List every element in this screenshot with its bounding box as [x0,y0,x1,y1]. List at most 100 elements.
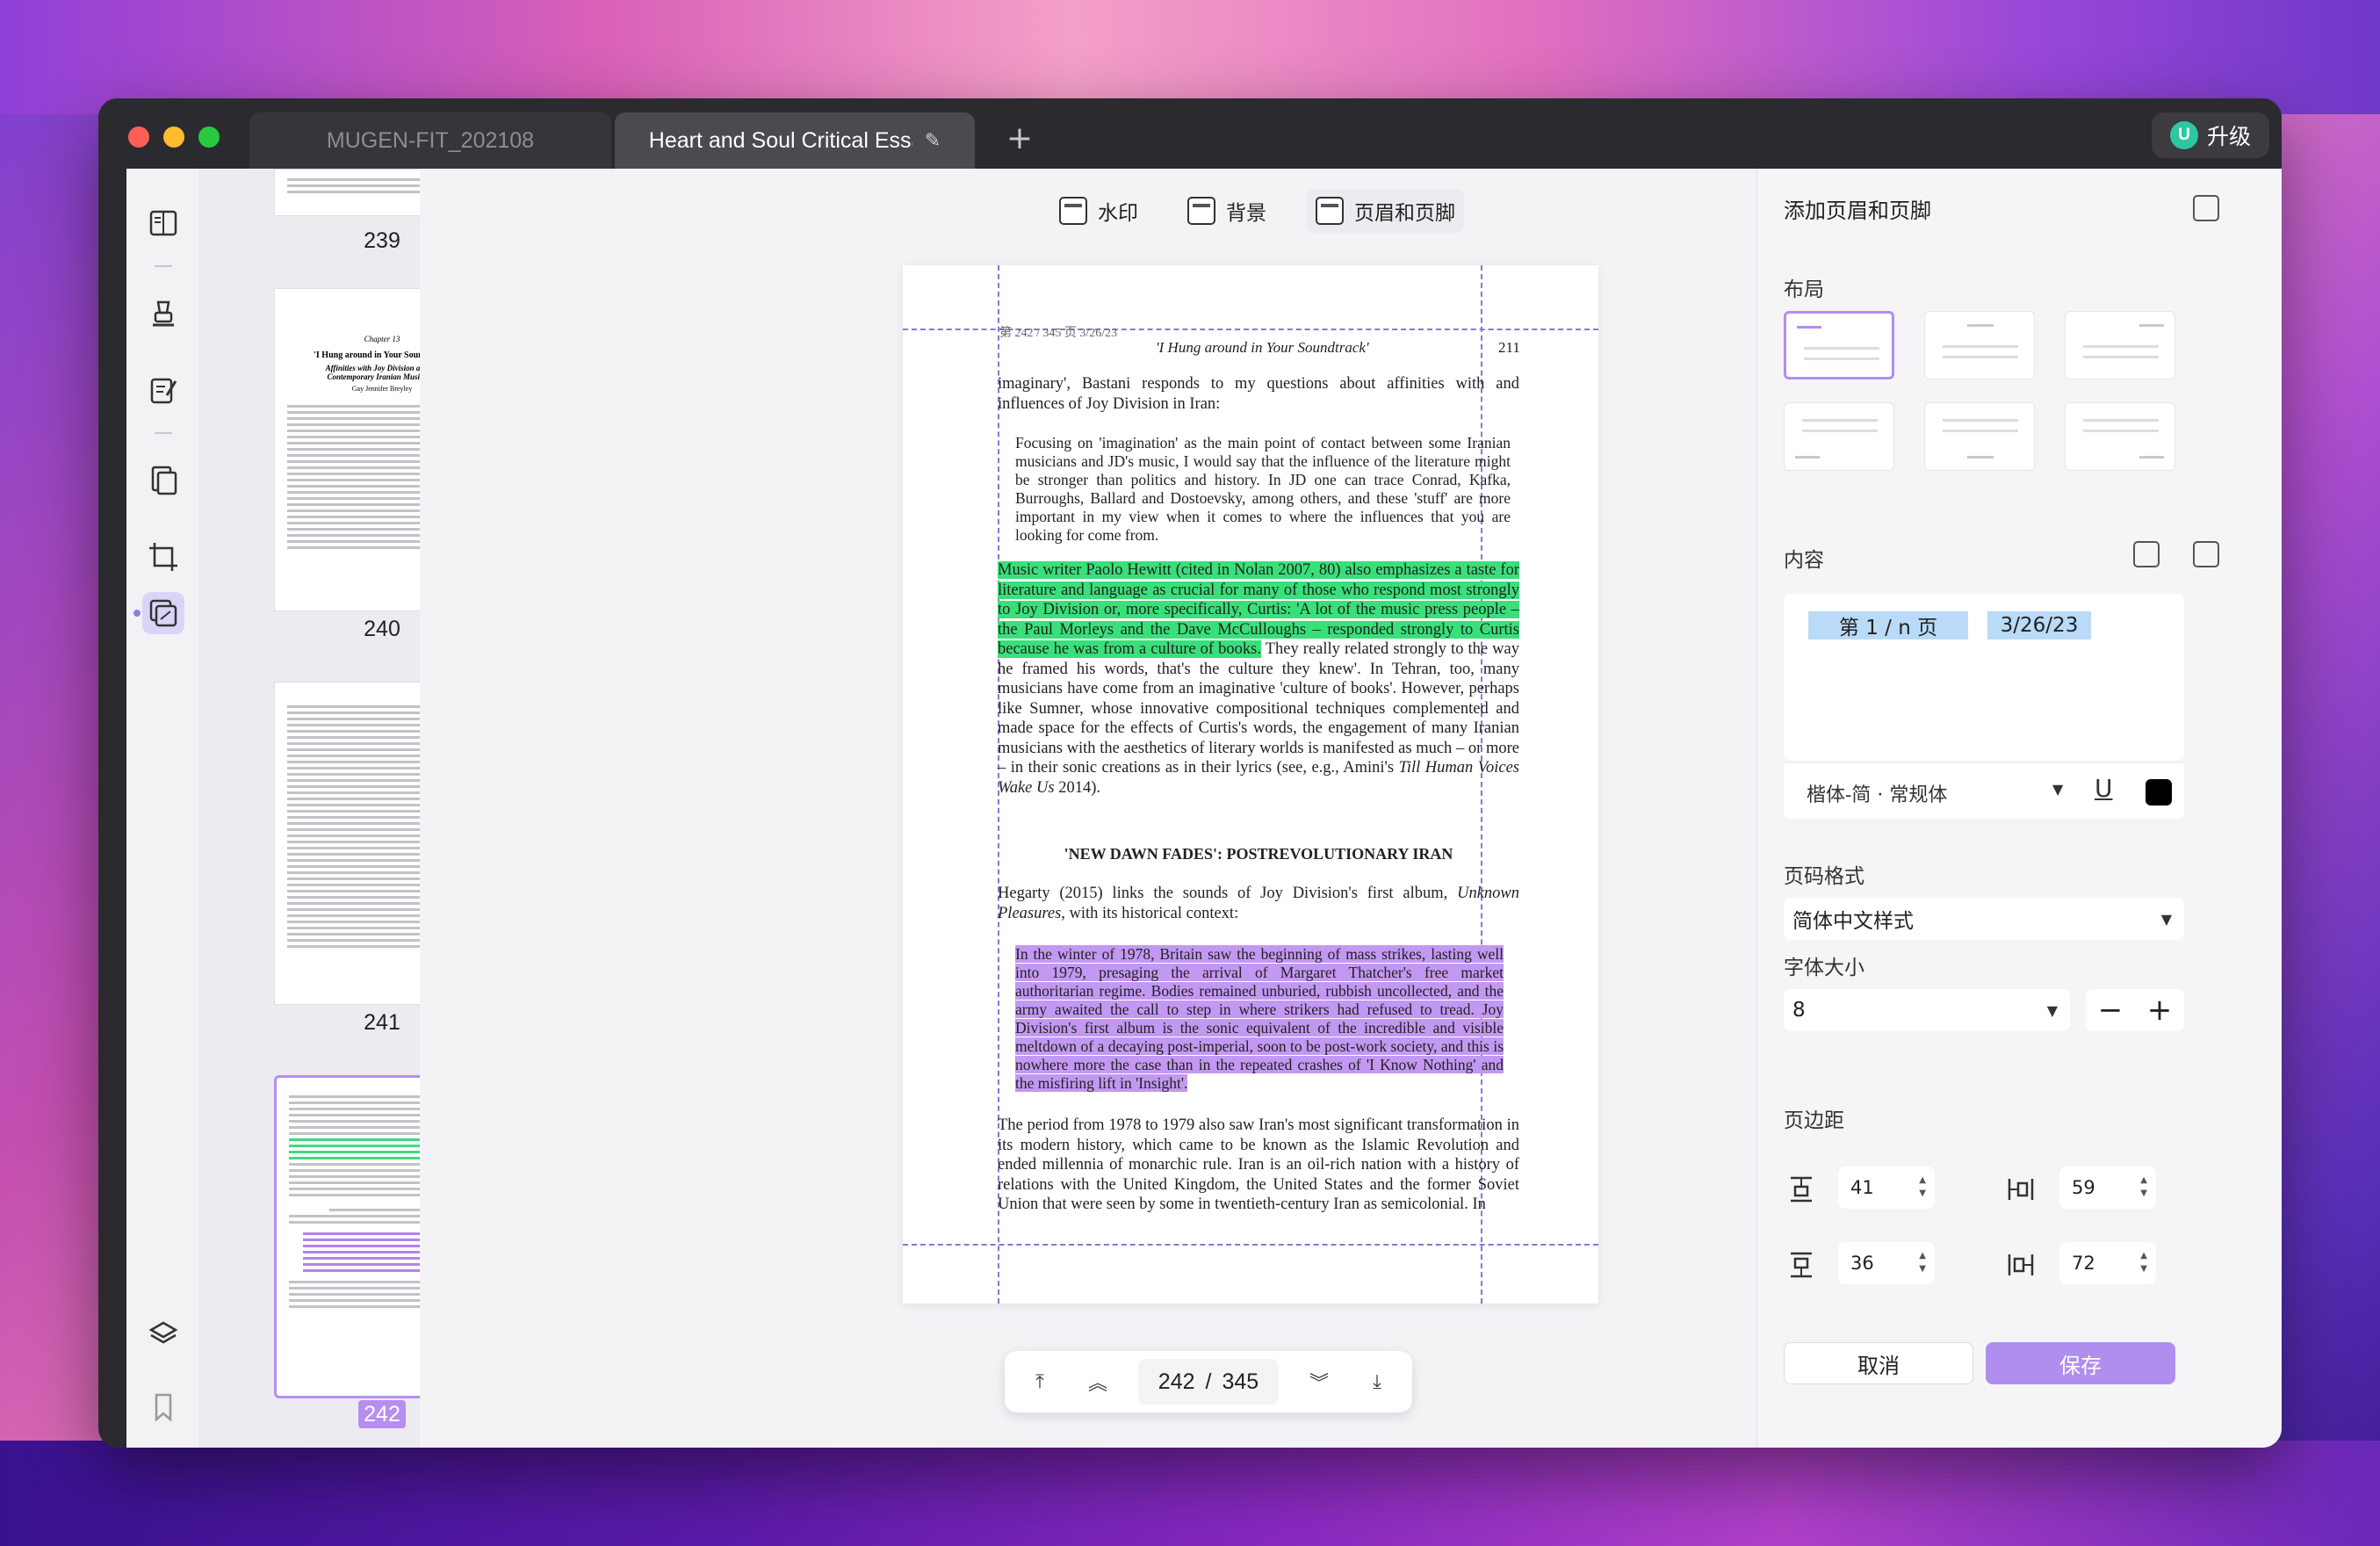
page-separator: / [1205,1369,1212,1394]
rename-pencil-icon[interactable]: ✎ [925,129,941,152]
header-footer-icon [1316,197,1344,225]
layers-icon[interactable] [142,1312,184,1355]
minimize-window-button[interactable] [163,126,184,148]
current-page: 242 [1158,1369,1195,1394]
bottom-margin-icon [1791,1252,1812,1278]
margin-top-input[interactable]: 41 ▲ ▼ [1838,1167,1935,1209]
margin-label: 页边距 [1784,1109,1844,1132]
text-color-swatch[interactable] [2146,779,2172,806]
thumbnail-label: 241 [364,1010,400,1035]
layout-label: 布局 [1784,278,1824,301]
font-size-select[interactable]: 8 ▼ [1784,989,2070,1031]
cancel-button[interactable]: 取消 [1784,1342,1973,1384]
layout-option-4[interactable] [1784,402,1894,471]
increase-size-icon[interactable]: + [2147,993,2173,1028]
thumbnail-page-239[interactable] [274,169,420,216]
running-head: 'I Hung around in Your Soundtrack' [1156,339,1369,356]
previous-page-icon[interactable]: ︽ [1080,1364,1115,1399]
insert-page-number-icon[interactable] [2193,541,2219,567]
underline-button[interactable]: U [2095,774,2113,803]
desktop-wallpaper [0,0,2380,114]
thumbnail-label: 239 [364,228,400,253]
organize-pages-icon[interactable] [142,459,184,501]
purple-highlight[interactable]: In the winter of 1978, Britain saw the b… [1015,945,1504,1092]
new-tab-plus-icon[interactable]: + [999,118,1040,158]
title-bar: MUGEN-FIT_202108 Heart and Soul Critical… [98,98,2282,169]
desktop-wallpaper-bottom [0,1441,2380,1546]
font-family-select[interactable]: 楷体-简 · 常规体 [1807,779,1947,807]
margin-bottom-input[interactable]: 36 ▲ ▼ [1838,1242,1935,1284]
first-page-icon[interactable]: ⤒ [1022,1364,1057,1399]
layout-option-1[interactable] [1784,311,1894,379]
top-margin-icon [1791,1176,1812,1203]
font-size-label: 字体大小 [1784,957,1864,979]
margin-left-input[interactable]: 59 ▲ ▼ [2059,1167,2156,1209]
background-label: 背景 [1226,202,1266,225]
paragraph-highlighted: Music writer Paolo Hewitt (cited in Nola… [998,561,1519,797]
thumbnail-label-current: 242 [274,1400,420,1428]
upgrade-label: 升级 [2206,124,2251,149]
page-navigator: ⤒ ︽ 242 / 345 ︾ ⤓ [1005,1351,1412,1412]
paragraph: imaginary', Bastani responds to my quest… [998,375,1519,413]
watermark-icon [1059,197,1087,225]
last-page-icon[interactable]: ⤓ [1359,1364,1395,1399]
active-tool-indicator [133,610,141,617]
zoom-window-button[interactable] [198,126,220,148]
tab-mugen-fit[interactable]: MUGEN-FIT_202108 [249,112,611,169]
page-format-value: 简体中文样式 [1792,910,1914,933]
upgrade-button[interactable]: U 升级 [2152,112,2269,158]
header-footer-label: 页眉和页脚 [1354,202,1455,225]
decrease-size-icon[interactable]: − [2098,993,2124,1028]
header-footer-panel: 添加页眉和页脚 布局 内容 第 1 / n 页 3/26/23 楷体-简 · 常… [1756,169,2282,1448]
thumb-subtitle: Affinities with Joy Division among Conte… [325,364,420,381]
thumbnail-page-240[interactable]: Chapter 13 'I Hung around in Your Soundt… [274,288,420,611]
left-margin-icon [2008,1179,2034,1200]
header-content-editor[interactable]: 第 1 / n 页 3/26/23 [1784,594,2184,761]
insert-date-icon[interactable] [2133,541,2160,567]
save-button[interactable]: 保存 [1986,1342,2175,1384]
pdf-page[interactable]: 第 242 / 345 页 3/26/23 'I Hung around in … [903,265,1598,1304]
right-margin-icon [2008,1254,2034,1275]
font-size-stepper: − + [2086,989,2184,1031]
page-number-field[interactable]: 242 / 345 [1138,1359,1279,1405]
thumbnail-page-241[interactable] [274,682,420,1005]
font-size-value: 8 [1792,999,1806,1022]
footer-margin-guide [903,1244,1598,1246]
page-format-select[interactable]: 简体中文样式 ▼ [1784,898,2184,940]
caret-down-icon[interactable]: ▼ [2052,781,2063,798]
block-quote-highlighted: In the winter of 1978, Britain saw the b… [1015,945,1504,1093]
layout-option-6[interactable] [2065,402,2175,471]
paragraph: Hegarty (2015) links the sounds of Joy D… [998,885,1519,922]
stepper-arrows-icon: ▲ ▼ [2140,1251,2147,1274]
date-token[interactable]: 3/26/23 [1987,611,2091,639]
background-button[interactable]: 背景 [1179,189,1275,233]
total-pages: 345 [1222,1369,1259,1394]
watermark-button[interactable]: 水印 [1050,189,1147,233]
app-window: MUGEN-FIT_202108 Heart and Soul Critical… [98,98,2282,1448]
panel-title: 添加页眉和页脚 [1784,199,1931,223]
close-window-button[interactable] [128,126,149,148]
layout-option-2[interactable] [1924,311,2035,379]
layout-option-3[interactable] [2065,311,2175,379]
section-heading: 'NEW DAWN FADES': POSTREVOLUTIONARY IRAN [1064,845,1453,863]
apply-to-pages-icon[interactable] [2193,195,2219,221]
crop-page-icon[interactable] [142,536,184,578]
page-number-token[interactable]: 第 1 / n 页 [1808,611,1968,639]
highlighter-icon[interactable] [142,292,184,334]
user-avatar-icon: U [2169,121,2198,149]
thumbnail-sidebar: 239 Chapter 13 'I Hung around in Your So… [200,169,420,1448]
next-page-icon[interactable]: ︾ [1302,1364,1337,1399]
margin-right-input[interactable]: 72 ▲ ▼ [2059,1242,2156,1284]
page-tools-icon[interactable] [142,592,184,634]
header-footer-button[interactable]: 页眉和页脚 [1307,189,1464,233]
layout-option-5[interactable] [1924,402,2035,471]
tab-heart-and-soul[interactable]: Heart and Soul Critical Essays ✎ [615,112,975,169]
bookmark-icon[interactable] [142,1386,184,1428]
reader-mode-icon[interactable] [142,202,184,244]
document-view: 水印 背景 页眉和页脚 第 242 / 345 页 3/26/23 'I Hun… [420,169,1756,1448]
content-label: 内容 [1784,549,1824,572]
watermark-label: 水印 [1098,202,1138,225]
thumbnail-label: 240 [364,617,400,641]
edit-text-icon[interactable] [142,369,184,411]
thumbnail-page-242[interactable] [274,1075,420,1398]
